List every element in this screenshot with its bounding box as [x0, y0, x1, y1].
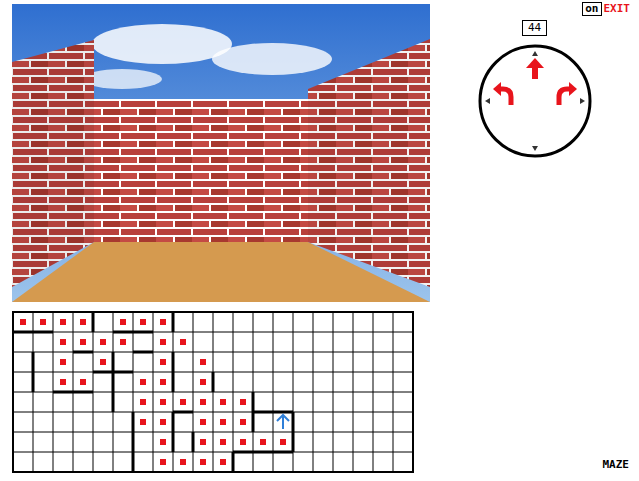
trail-dot	[220, 459, 226, 465]
maze-wall	[232, 452, 235, 472]
maze-wall	[172, 412, 175, 452]
maze-wall	[13, 331, 53, 334]
step-counter: 44	[522, 20, 547, 36]
on-toggle[interactable]: on	[582, 2, 601, 16]
game-title: MAZE	[603, 457, 639, 481]
maze-wall	[53, 391, 93, 394]
trail-dot	[160, 399, 166, 405]
maze-wall	[212, 372, 215, 392]
trail-dot	[60, 359, 66, 365]
trail-dot	[260, 439, 266, 445]
trail-dot	[240, 399, 246, 405]
trail-dot	[160, 459, 166, 465]
trail-dot	[160, 439, 166, 445]
trail-dot	[120, 339, 126, 345]
maze-view	[12, 4, 430, 302]
trail-dot	[120, 319, 126, 325]
maze-wall	[292, 412, 295, 452]
trail-dot	[180, 459, 186, 465]
trail-dot	[200, 419, 206, 425]
maze-wall	[133, 351, 153, 354]
trail-dot	[200, 379, 206, 385]
trail-dot	[200, 359, 206, 365]
maze-wall	[253, 411, 293, 414]
trail-dot	[80, 339, 86, 345]
maze-wall	[92, 312, 95, 332]
trail-dot	[160, 379, 166, 385]
maze-map	[12, 311, 414, 473]
north-tick-icon	[532, 51, 538, 56]
turn-left-icon[interactable]	[493, 82, 511, 105]
trail-dot	[160, 339, 166, 345]
trail-dot	[220, 439, 226, 445]
maze-wall	[233, 451, 293, 454]
south-tick-icon	[532, 146, 538, 151]
trail-dot	[140, 419, 146, 425]
maze-game: onEXIT 44 MAZE	[0, 0, 639, 481]
trail-dot	[200, 399, 206, 405]
forward-arrow-icon[interactable]	[526, 58, 544, 79]
trail-dot	[140, 319, 146, 325]
exit-button[interactable]: EXIT	[604, 3, 631, 15]
trail-dot	[80, 379, 86, 385]
trail-dot	[220, 399, 226, 405]
trail-dot	[40, 319, 46, 325]
maze-wall	[192, 432, 195, 452]
trail-dot	[240, 419, 246, 425]
west-tick-icon	[485, 98, 490, 104]
maze-wall	[73, 351, 93, 354]
trail-dot	[100, 359, 106, 365]
trail-dot	[240, 439, 246, 445]
trail-dot	[60, 339, 66, 345]
maze-wall	[172, 352, 175, 392]
trail-dot	[80, 319, 86, 325]
trail-dot	[160, 359, 166, 365]
trail-dot	[180, 339, 186, 345]
right-column: onEXIT 44 MAZE	[430, 0, 639, 481]
trail-dot	[140, 379, 146, 385]
trail-dot	[200, 459, 206, 465]
trail-dot	[180, 399, 186, 405]
east-tick-icon	[580, 98, 585, 104]
trail-dot	[100, 339, 106, 345]
maze-wall	[173, 411, 193, 414]
maze-wall	[113, 331, 153, 334]
turn-right-icon[interactable]	[559, 82, 577, 105]
trail-dot	[60, 379, 66, 385]
trail-dot	[60, 319, 66, 325]
trail-dot	[280, 439, 286, 445]
maze-wall	[172, 312, 175, 332]
maze-wall	[32, 352, 35, 392]
left-column	[0, 0, 430, 481]
trail-dot	[160, 419, 166, 425]
maze-wall	[112, 352, 115, 412]
top-bar: onEXIT	[582, 0, 639, 16]
trail-dot	[20, 319, 26, 325]
maze-wall	[132, 412, 135, 472]
player-arrow-icon	[277, 415, 289, 429]
trail-dot	[140, 399, 146, 405]
trail-dot	[160, 319, 166, 325]
trail-dot	[200, 439, 206, 445]
compass	[475, 41, 595, 161]
trail-dot	[220, 419, 226, 425]
